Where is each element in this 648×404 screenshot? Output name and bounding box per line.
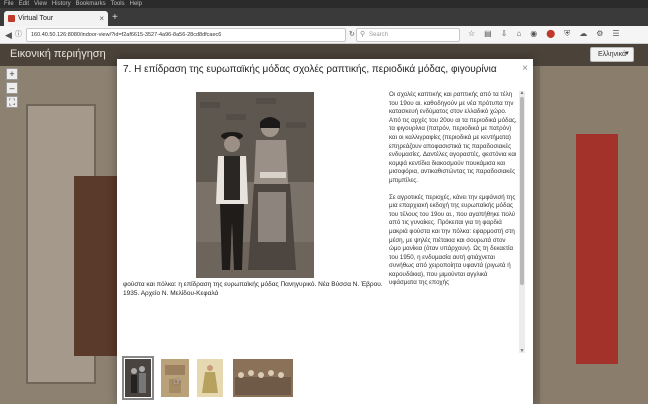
back-icon[interactable]: ◀	[5, 29, 12, 41]
thumbnail-2[interactable]: ☞	[161, 359, 189, 397]
menu-edit[interactable]: Edit	[19, 0, 29, 8]
tab-title: Virtual Tour	[18, 15, 54, 22]
scrollbar-thumb[interactable]	[520, 97, 524, 285]
scroll-down-icon[interactable]: ▼	[519, 348, 525, 354]
info-icon[interactable]: ⓘ	[15, 29, 22, 41]
home-icon[interactable]: ⌂	[516, 29, 521, 39]
chevron-down-icon: ▼	[624, 51, 630, 57]
menu-tools[interactable]: Tools	[111, 0, 125, 8]
description-text: Οι σχολές καπτικής και ραπτικής από τα τ…	[389, 91, 517, 353]
description-scrollbar[interactable]: ▲ ▼	[519, 90, 525, 354]
menu-bookmarks[interactable]: Bookmarks	[76, 0, 106, 8]
pocket-icon[interactable]: ◉	[530, 29, 537, 39]
menu-icon[interactable]: ☰	[612, 29, 619, 39]
reload-icon[interactable]: ↻	[349, 29, 355, 41]
menu-view[interactable]: View	[34, 0, 47, 8]
reader-icon[interactable]: ▤	[484, 29, 492, 39]
menu-history[interactable]: History	[52, 0, 71, 8]
zoom-out-icon[interactable]: –	[6, 82, 18, 94]
tab-bar: Virtual Tour × +	[0, 8, 648, 26]
menu-help[interactable]: Help	[130, 0, 142, 8]
page-title: Εικονική περιήγηση	[10, 48, 106, 60]
description-paragraph: Οι σχολές καπτικής και ραπτικής από τα τ…	[389, 91, 517, 184]
browser-menubar: File Edit View History Bookmarks Tools H…	[0, 0, 648, 8]
close-tab-icon[interactable]: ×	[99, 11, 104, 26]
fullscreen-icon[interactable]: ⛶	[6, 96, 18, 108]
description-paragraph: Σε αγροτικές περιοχές, κάνει την εμφάνισ…	[389, 193, 516, 287]
favicon-icon	[8, 15, 15, 22]
hand-cursor-icon: ☞	[173, 377, 182, 388]
main-photo	[196, 92, 314, 278]
toolbar-icons: ☆ ▤ ⇩ ⌂ ◉ ⬤ ⛨ ☁ ⚙ ☰	[468, 29, 620, 39]
nav-bar: ◀ ⓘ 160.40.50.126:8080/indoor-view/?id=f…	[0, 26, 648, 44]
info-modal: 7. Η επίδραση της ευρωπαϊκής μόδας σχολέ…	[117, 59, 533, 404]
search-input[interactable]: ⚲ Search	[356, 28, 460, 42]
adblock-icon[interactable]: ⬤	[546, 29, 555, 39]
virtual-tour-page: Εικονική περιήγηση Ελληνικά ▼ + – ⛶ 7. Η…	[0, 44, 648, 404]
close-icon[interactable]: ×	[522, 63, 528, 74]
language-select[interactable]: Ελληνικά ▼	[590, 47, 634, 62]
photo-caption: φούστα και πόλκα: η επίδραση της ευρωπαϊ…	[123, 281, 383, 297]
panorama-red-panel	[576, 134, 618, 364]
new-tab-icon[interactable]: +	[112, 12, 118, 23]
shield-icon[interactable]: ⛨	[564, 29, 570, 39]
menu-file[interactable]: File	[4, 0, 14, 8]
url-input[interactable]: 160.40.50.126:8080/indoor-view/?id=f2af6…	[26, 28, 346, 42]
sync-icon[interactable]: ☁	[579, 29, 587, 39]
thumbnail-1[interactable]	[122, 356, 154, 400]
zoom-in-icon[interactable]: +	[6, 68, 18, 80]
scroll-up-icon[interactable]: ▲	[519, 90, 525, 96]
couple-photo-image	[196, 92, 314, 278]
modal-title: 7. Η επίδραση της ευρωπαϊκής μόδας σχολέ…	[123, 64, 497, 75]
thumbnail-3[interactable]	[197, 359, 223, 397]
extension-icon[interactable]: ⚙	[596, 29, 603, 39]
zoom-controls: + – ⛶	[6, 68, 18, 110]
download-icon[interactable]: ⇩	[501, 29, 508, 39]
search-icon: ⚲	[360, 31, 366, 38]
panorama-shelf	[74, 176, 118, 356]
browser-tab[interactable]: Virtual Tour ×	[4, 11, 108, 26]
thumbnail-4[interactable]	[233, 359, 293, 397]
bookmark-star-icon[interactable]: ☆	[468, 29, 475, 39]
